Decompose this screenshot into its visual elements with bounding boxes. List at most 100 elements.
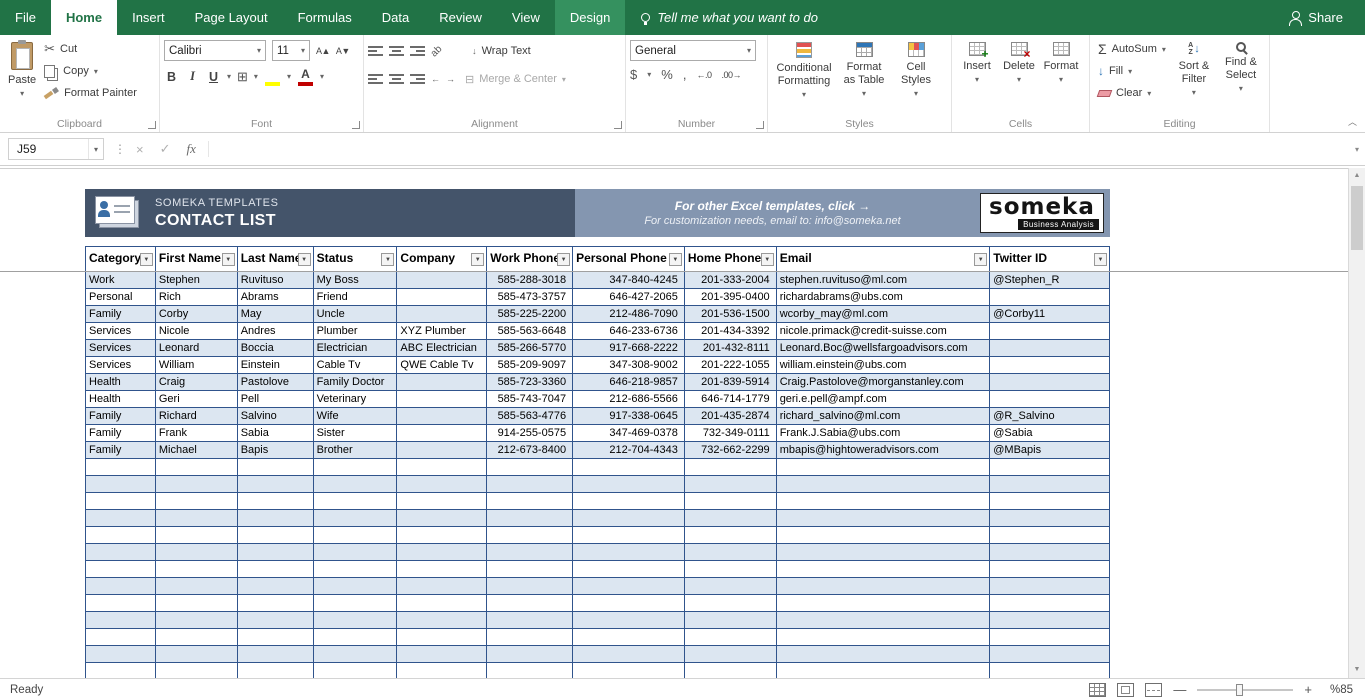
table-cell[interactable] — [397, 374, 488, 390]
table-cell[interactable]: Frank — [156, 425, 238, 441]
table-cell[interactable] — [990, 527, 1109, 543]
empty-table-row[interactable] — [86, 629, 1109, 646]
tab-page-layout[interactable]: Page Layout — [180, 0, 283, 35]
table-cell[interactable]: 347-469-0378 — [573, 425, 685, 441]
table-cell[interactable]: 585-266-5770 — [487, 340, 574, 356]
table-cell[interactable]: Work — [86, 272, 156, 288]
tab-formulas[interactable]: Formulas — [283, 0, 367, 35]
table-row[interactable]: Services Nicole Andres Plumber XYZ Plumber 58… — [86, 323, 1109, 340]
worksheet[interactable]: SOMEKA TEMPLATES CONTACT LIST For other … — [0, 168, 1348, 678]
table-cell[interactable]: @MBapis — [990, 442, 1109, 458]
table-cell[interactable] — [238, 544, 314, 560]
table-cell[interactable]: 212-486-7090 — [573, 306, 685, 322]
find-select-button[interactable]: Find & Select ▾ — [1218, 38, 1264, 116]
table-cell[interactable]: 201-222-1055 — [685, 357, 777, 373]
filter-dropdown-button[interactable]: ▼ — [381, 253, 395, 266]
table-cell[interactable] — [397, 476, 488, 492]
formula-input[interactable] — [214, 137, 1349, 161]
table-cell[interactable] — [573, 544, 685, 560]
table-cell[interactable] — [397, 629, 488, 645]
table-cell[interactable] — [314, 595, 398, 611]
table-cell[interactable] — [238, 578, 314, 594]
table-cell[interactable] — [487, 527, 574, 543]
table-cell[interactable] — [990, 663, 1109, 678]
formula-bar-drag-icon[interactable]: ⋮ — [114, 142, 126, 156]
table-cell[interactable]: 585-723-3360 — [487, 374, 574, 390]
paste-dropdown-icon[interactable]: ▾ — [20, 87, 24, 100]
table-cell[interactable] — [397, 306, 488, 322]
table-cell[interactable] — [156, 561, 238, 577]
table-cell[interactable]: richardabrams@ubs.com — [777, 289, 991, 305]
table-cell[interactable]: 646-714-1779 — [685, 391, 777, 407]
table-cell[interactable] — [990, 357, 1109, 373]
sort-filter-button[interactable]: A Z ↓ Sort & Filter ▾ — [1170, 38, 1218, 116]
table-cell[interactable]: Brother — [314, 442, 398, 458]
table-cell[interactable]: @Corby11 — [990, 306, 1109, 322]
table-cell[interactable]: 585-288-3018 — [487, 272, 574, 288]
table-cell[interactable] — [314, 578, 398, 594]
table-row[interactable]: Family Richard Salvino Wife 585-563-4776 917-… — [86, 408, 1109, 425]
table-cell[interactable] — [397, 663, 488, 678]
table-cell[interactable]: Michael — [156, 442, 238, 458]
table-cell[interactable]: 646-427-2065 — [573, 289, 685, 305]
table-cell[interactable] — [397, 391, 488, 407]
table-cell[interactable]: Uncle — [314, 306, 398, 322]
format-painter-button[interactable]: Format Painter — [40, 82, 141, 104]
fill-color-button[interactable] — [264, 67, 281, 86]
table-cell[interactable] — [685, 578, 777, 594]
table-cell[interactable] — [314, 663, 398, 678]
name-box[interactable]: J59 ▾ — [8, 138, 104, 160]
table-cell[interactable]: Services — [86, 357, 156, 373]
table-cell[interactable]: 914-255-0575 — [487, 425, 574, 441]
table-cell[interactable] — [86, 561, 156, 577]
table-cell[interactable]: Health — [86, 374, 156, 390]
autosum-button[interactable]: Σ AutoSum ▾ — [1094, 38, 1170, 60]
table-cell[interactable] — [314, 629, 398, 645]
table-cell[interactable]: Pell — [238, 391, 314, 407]
table-cell[interactable] — [573, 561, 685, 577]
enter-icon[interactable]: ✓ — [160, 141, 171, 157]
table-cell[interactable] — [86, 527, 156, 543]
zoom-slider-thumb[interactable] — [1235, 683, 1243, 696]
table-cell[interactable] — [990, 561, 1109, 577]
table-cell[interactable]: QWE Cable Tv — [397, 357, 488, 373]
table-cell[interactable]: @Sabia — [990, 425, 1109, 441]
table-cell[interactable]: Services — [86, 340, 156, 356]
promo-link[interactable]: For other Excel templates, click → — [675, 199, 870, 213]
insert-cells-button[interactable]: Insert ▾ — [956, 38, 998, 116]
table-cell[interactable] — [397, 527, 488, 543]
table-cell[interactable]: Plumber — [314, 323, 398, 339]
table-cell[interactable] — [487, 561, 574, 577]
table-cell[interactable] — [487, 612, 574, 628]
table-cell[interactable]: 585-209-9097 — [487, 357, 574, 373]
table-cell[interactable] — [397, 646, 488, 662]
table-cell[interactable]: Electrician — [314, 340, 398, 356]
table-cell[interactable] — [685, 612, 777, 628]
table-cell[interactable] — [238, 527, 314, 543]
scroll-down-icon[interactable]: ▼ — [1349, 662, 1365, 678]
table-row[interactable]: Family Michael Bapis Brother 212-673-8400 212… — [86, 442, 1109, 459]
increase-font-icon[interactable]: A▲ — [316, 46, 330, 56]
page-break-view-icon[interactable] — [1145, 682, 1163, 697]
table-cell[interactable]: May — [238, 306, 314, 322]
table-cell[interactable] — [777, 663, 991, 678]
increase-indent-icon[interactable]: → — [446, 74, 455, 84]
underline-button[interactable]: U — [206, 70, 221, 84]
italic-button[interactable]: I — [185, 69, 200, 84]
table-cell[interactable] — [777, 629, 991, 645]
table-cell[interactable] — [238, 595, 314, 611]
table-cell[interactable] — [685, 663, 777, 678]
table-row[interactable]: Services William Einstein Cable Tv QWE Cable… — [86, 357, 1109, 374]
table-cell[interactable] — [777, 544, 991, 560]
table-cell[interactable] — [990, 391, 1109, 407]
table-cell[interactable]: Frank.J.Sabia@ubs.com — [777, 425, 991, 441]
table-cell[interactable] — [314, 561, 398, 577]
table-cell[interactable] — [685, 646, 777, 662]
table-cell[interactable]: Stephen — [156, 272, 238, 288]
table-cell[interactable] — [573, 459, 685, 475]
scrollbar-thumb[interactable] — [1351, 186, 1363, 250]
table-cell[interactable] — [238, 493, 314, 509]
orientation-icon[interactable]: ab — [429, 43, 445, 59]
table-cell[interactable] — [990, 476, 1109, 492]
table-cell[interactable] — [777, 476, 991, 492]
